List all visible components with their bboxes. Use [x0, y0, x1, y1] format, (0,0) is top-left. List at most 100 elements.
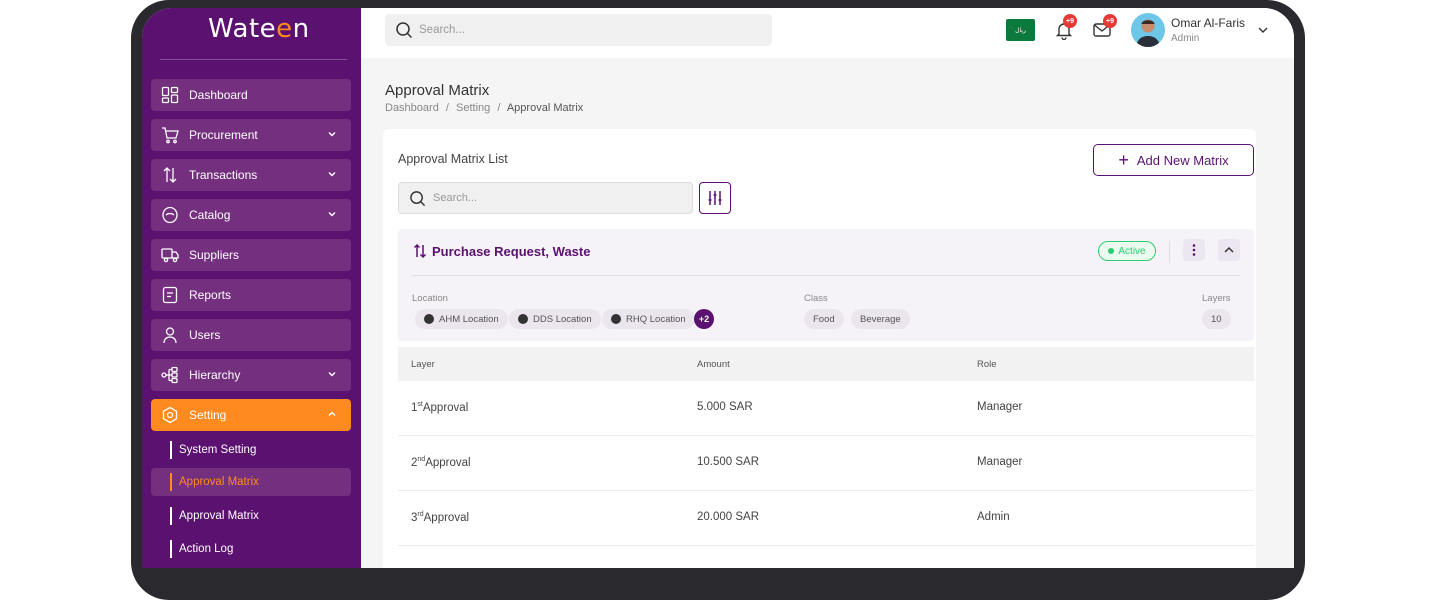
notifications-badge: +9: [1063, 14, 1077, 28]
location-chip: AHM Location: [415, 309, 508, 329]
location-pin-icon: [424, 314, 434, 324]
language-flag[interactable]: ريال: [1006, 19, 1035, 41]
matrix-item: Purchase Request, Waste Active Location …: [398, 229, 1254, 341]
more-options-button[interactable]: [1183, 239, 1205, 261]
sidebar-item-reports[interactable]: Reports: [151, 279, 351, 311]
table-row[interactable]: 1stApproval 5.000 SAR Manager: [398, 381, 1254, 436]
divider: [412, 275, 1240, 276]
approval-matrix-card: Approval Matrix List + Add New Matrix Se…: [383, 129, 1256, 568]
matrix-title[interactable]: Purchase Request, Waste: [412, 243, 590, 259]
transactions-icon: [413, 243, 427, 259]
breadcrumb: Dashboard / Setting / Approval Matrix: [385, 102, 583, 114]
search-icon: [410, 190, 426, 206]
more-locations-chip[interactable]: +2: [694, 309, 714, 329]
cell-amount: 5.000 SAR: [697, 401, 753, 413]
collapse-button[interactable]: [1218, 239, 1240, 261]
list-search-input[interactable]: Search...: [398, 182, 693, 214]
breadcrumb-separator: /: [497, 102, 501, 114]
global-search-input[interactable]: Search...: [385, 14, 772, 46]
sidebar-item-label: Setting: [189, 408, 227, 422]
chevron-down-icon: [328, 132, 336, 137]
reports-icon: [162, 286, 178, 304]
sidebar-subitem-label: Approval Matrix: [179, 510, 259, 522]
cart-icon: [162, 127, 179, 144]
flag-text: ريال: [1015, 27, 1026, 34]
location-chip: DDS Location: [509, 309, 601, 329]
add-new-matrix-button[interactable]: + Add New Matrix: [1093, 144, 1254, 176]
cell-role: Admin: [977, 511, 1010, 523]
user-name: Omar Al-Faris: [1171, 16, 1246, 30]
location-label: Location: [412, 293, 448, 304]
sidebar-item-dashboard[interactable]: Dashboard: [151, 79, 351, 111]
layers-label: Layers: [1202, 293, 1231, 304]
sidebar-item-hierarchy[interactable]: Hierarchy: [151, 359, 351, 391]
column-header-amount: Amount: [697, 359, 730, 370]
sidebar-subitem-system-setting[interactable]: System Setting: [151, 436, 351, 464]
messages-badge: +9: [1103, 14, 1117, 28]
table-row[interactable]: 2ndApproval 10.500 SAR Manager: [398, 436, 1254, 491]
transactions-icon: [163, 167, 177, 183]
cell-role: Manager: [977, 401, 1023, 413]
sidebar-item-label: Hierarchy: [189, 368, 241, 382]
cell-layer: 3rdApproval: [411, 511, 469, 524]
chip-label: AHM Location: [439, 313, 499, 325]
column-header-role: Role: [977, 359, 997, 370]
sidebar-subitem-label: System Setting: [179, 444, 257, 456]
sidebar-subitem-approval-matrix-active[interactable]: Approval Matrix: [151, 468, 351, 496]
sidebar-item-procurement[interactable]: Procurement: [151, 119, 351, 151]
filter-icon: [708, 191, 722, 205]
avatar[interactable]: [1131, 13, 1165, 47]
sidebar-item-label: Catalog: [189, 208, 231, 222]
add-button-label: Add New Matrix: [1136, 152, 1229, 168]
sidebar-item-label: Reports: [189, 288, 232, 302]
chip-label: RHQ Location: [626, 313, 686, 325]
search-placeholder: Search...: [419, 24, 466, 36]
sidebar-subitem-action-log[interactable]: Action Log: [151, 535, 351, 563]
breadcrumb-setting[interactable]: Setting: [456, 102, 490, 114]
page-title: Approval Matrix: [385, 82, 490, 99]
sidebar: Wateen Dashboard Procurement Transaction…: [142, 8, 361, 568]
breadcrumb-current: Approval Matrix: [506, 102, 584, 114]
status-text: Active: [1118, 245, 1146, 257]
sidebar-item-suppliers[interactable]: Suppliers: [151, 239, 351, 271]
sidebar-item-label: Dashboard: [189, 88, 248, 102]
cell-layer: 2ndApproval: [411, 456, 471, 469]
sidebar-item-transactions[interactable]: Transactions: [151, 159, 351, 191]
logo: Wateen: [208, 14, 310, 44]
location-pin-icon: [611, 314, 621, 324]
table-header: Layer Amount Role: [398, 347, 1254, 381]
sidebar-subitem-label: Action Log: [179, 543, 234, 555]
class-chip: Beverage: [851, 309, 910, 329]
divider: [160, 59, 347, 60]
cell-amount: 20.000 SAR: [697, 511, 760, 523]
cell-layer: 1stApproval: [411, 401, 468, 414]
layer-text: Approval: [422, 401, 469, 414]
sidebar-item-catalog[interactable]: Catalog: [151, 199, 351, 231]
kebab-icon: [1192, 244, 1196, 256]
hierarchy-icon: [161, 366, 178, 384]
search-placeholder: Search...: [433, 192, 478, 204]
setting-icon: [162, 406, 178, 424]
class-chip: Food: [804, 309, 844, 329]
layers-count: 10: [1202, 309, 1231, 329]
user-icon: [163, 327, 177, 344]
chevron-down-icon: [328, 372, 336, 377]
chevron-down-icon[interactable]: [1257, 24, 1269, 36]
sidebar-item-setting[interactable]: Setting: [151, 399, 351, 431]
list-title: Approval Matrix List: [398, 152, 508, 166]
chevron-up-icon: [328, 411, 336, 416]
table-row[interactable]: 3rdApproval 20.000 SAR Admin: [398, 491, 1254, 546]
truck-icon: [161, 248, 179, 263]
matrix-title-text: Purchase Request, Waste: [432, 243, 591, 259]
sidebar-subitem-approval-matrix[interactable]: Approval Matrix: [151, 502, 351, 530]
sidebar-item-users[interactable]: Users: [151, 319, 351, 351]
class-label: Class: [804, 293, 828, 304]
breadcrumb-separator: /: [445, 102, 449, 114]
catalog-icon: [162, 206, 178, 224]
dashboard-icon: [161, 86, 179, 104]
sidebar-subitem-label: Approval Matrix: [179, 476, 259, 488]
status-badge: Active: [1098, 241, 1156, 261]
filter-button[interactable]: [699, 182, 731, 214]
sidebar-item-label: Procurement: [189, 128, 258, 142]
breadcrumb-dashboard[interactable]: Dashboard: [385, 102, 439, 114]
